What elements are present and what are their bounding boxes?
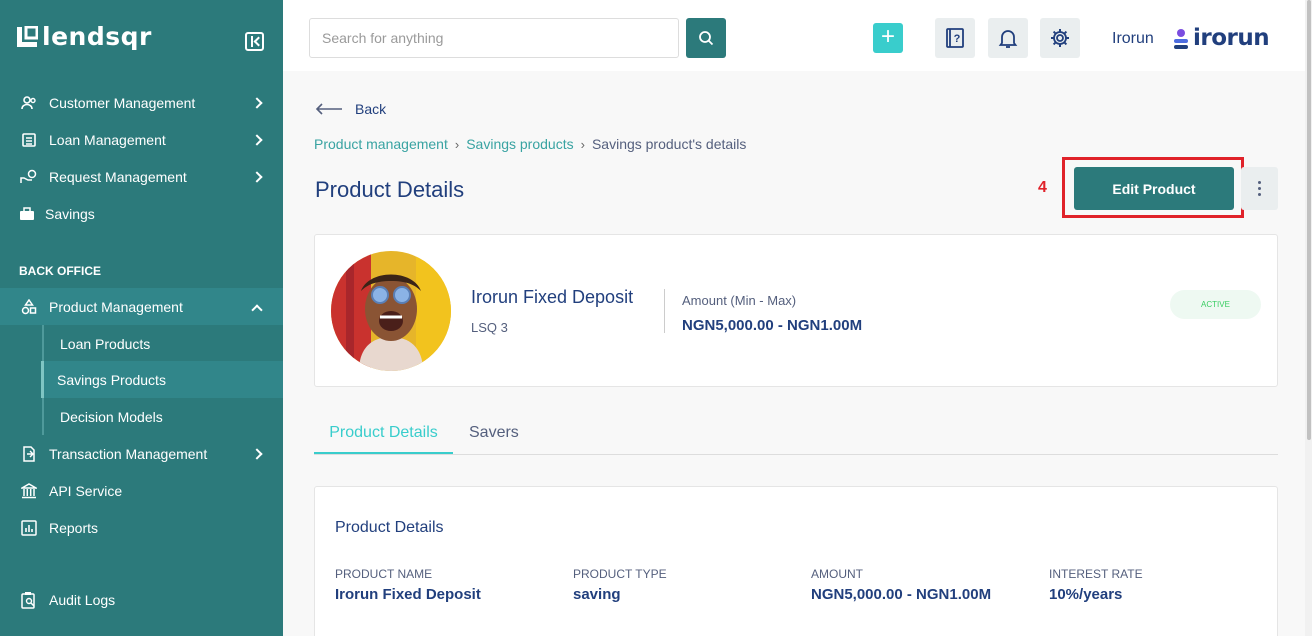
- collapse-sidebar-icon[interactable]: [245, 32, 264, 51]
- document-transfer-icon: [20, 445, 38, 463]
- more-options-icon[interactable]: [1241, 167, 1278, 210]
- sidebar-item-loan-management[interactable]: Loan Management: [0, 121, 283, 158]
- sidebar-item-label: Loan Management: [49, 131, 166, 148]
- chevron-right-icon: [251, 170, 263, 183]
- sidebar-item-audit-logs[interactable]: Audit Logs: [0, 581, 283, 618]
- bell-icon: [998, 30, 1018, 48]
- gear-icon: [1051, 29, 1069, 47]
- sidebar-subitem-label: Loan Products: [60, 335, 151, 352]
- sidebar-item-label: Product Management: [49, 298, 183, 315]
- back-label: Back: [355, 101, 387, 117]
- irorun-logo-icon: [1174, 28, 1188, 49]
- arrow-left-icon: [315, 103, 342, 115]
- breadcrumb-current: Savings product's details: [591, 136, 747, 152]
- shapes-icon: [20, 298, 38, 316]
- product-avatar: [331, 251, 451, 371]
- org-brand-logo[interactable]: irorun: [1173, 25, 1270, 51]
- lendsqr-logo-icon: [17, 25, 38, 47]
- sidebar-item-transaction-management[interactable]: Transaction Management: [0, 435, 283, 472]
- chevron-right-icon: ›: [454, 136, 460, 152]
- sidebar-subitem-loan-products[interactable]: Loan Products: [44, 325, 283, 362]
- product-code: LSQ 3: [471, 320, 508, 335]
- help-book-icon: ?: [946, 28, 964, 48]
- search-input[interactable]: [309, 18, 679, 58]
- org-brand-text: irorun: [1193, 25, 1270, 51]
- chevron-right-icon: ›: [580, 136, 585, 152]
- sidebar-item-reports[interactable]: Reports: [0, 509, 283, 546]
- sidebar-subitem-savings-products[interactable]: Savings Products: [41, 361, 283, 398]
- breadcrumb: Product management › Savings products › …: [314, 136, 746, 152]
- bar-chart-icon: [20, 519, 38, 537]
- search-button[interactable]: [686, 18, 726, 58]
- search-icon: [699, 31, 714, 46]
- sidebar-item-product-management[interactable]: Product Management: [0, 288, 283, 325]
- clipboard-search-icon: [20, 591, 38, 609]
- tab-product-details[interactable]: Product Details: [314, 424, 453, 442]
- user-name[interactable]: Irorun: [1112, 30, 1154, 48]
- help-button[interactable]: ?: [935, 18, 975, 58]
- details-card-title: Product Details: [335, 519, 444, 536]
- sidebar-item-api-service[interactable]: API Service: [0, 472, 283, 509]
- product-summary-card: [314, 234, 1278, 387]
- edit-product-button[interactable]: Edit Product: [1074, 167, 1234, 210]
- field-value-product-type: saving: [573, 586, 621, 603]
- hand-money-icon: [20, 168, 38, 186]
- plus-icon: +: [880, 23, 895, 50]
- bank-building-icon: [20, 482, 38, 500]
- bank-icon: [20, 131, 38, 149]
- field-label-product-name: PRODUCT NAME: [335, 567, 433, 581]
- sidebar-item-label: Transaction Management: [49, 445, 208, 462]
- sidebar-subitem-label: Decision Models: [60, 408, 163, 425]
- chevron-right-icon: [251, 448, 263, 460]
- svg-text:?: ?: [954, 33, 961, 45]
- sidebar-item-savings[interactable]: Savings: [0, 195, 283, 232]
- sidebar-subitem-label: Savings Products: [57, 371, 166, 388]
- field-value-amount: NGN5,000.00 - NGN1.00M: [811, 586, 992, 603]
- sidebar-item-request-management[interactable]: Request Management: [0, 158, 283, 195]
- add-button[interactable]: +: [873, 23, 903, 53]
- field-label-product-type: PRODUCT TYPE: [573, 567, 667, 581]
- breadcrumb-product-management[interactable]: Product management: [314, 136, 448, 152]
- breadcrumb-savings-products[interactable]: Savings products: [466, 136, 573, 152]
- status-badge: ACTIVE: [1170, 290, 1261, 319]
- product-name: Irorun Fixed Deposit: [471, 287, 634, 307]
- page-title: Product Details: [315, 177, 465, 202]
- brand-name: lendsqr: [42, 22, 152, 51]
- divider: [664, 289, 665, 333]
- sidebar-item-label: Reports: [49, 519, 99, 536]
- field-label-amount: AMOUNT: [811, 567, 863, 581]
- product-details-card: [314, 486, 1278, 636]
- settings-button[interactable]: [1040, 18, 1080, 58]
- amount-value: NGN5,000.00 - NGN1.00M: [682, 317, 863, 334]
- amount-label: Amount (Min - Max): [682, 293, 797, 308]
- users-icon: [20, 94, 38, 112]
- sidebar-item-label: Customer Management: [49, 94, 196, 111]
- field-value-interest-rate: 10%/years: [1049, 586, 1123, 603]
- back-link[interactable]: Back: [315, 101, 386, 117]
- scrollbar-thumb[interactable]: [1307, 0, 1311, 440]
- sidebar: lendsqr Customer Management Loan Managem…: [0, 0, 283, 636]
- sidebar-subitem-decision-models[interactable]: Decision Models: [44, 398, 283, 435]
- lendsqr-logo[interactable]: lendsqr: [16, 24, 152, 49]
- section-title-back-office: BACK OFFICE: [19, 264, 101, 278]
- tabs-divider: [314, 454, 1278, 455]
- active-tab-indicator: [314, 452, 453, 454]
- sidebar-item-label: API Service: [49, 482, 123, 499]
- sidebar-item-customer-management[interactable]: Customer Management: [0, 84, 283, 121]
- notifications-button[interactable]: [988, 18, 1028, 58]
- chevron-right-icon: [251, 96, 263, 109]
- chevron-right-icon: [251, 133, 263, 146]
- field-label-interest-rate: INTEREST RATE: [1049, 567, 1143, 581]
- field-value-product-name: Irorun Fixed Deposit: [335, 586, 481, 603]
- sidebar-item-label: Audit Logs: [49, 591, 116, 608]
- step-marker: 4: [1038, 179, 1047, 196]
- sidebar-item-label: Savings: [45, 205, 95, 222]
- briefcase-icon: [18, 205, 36, 223]
- sidebar-item-label: Request Management: [49, 168, 187, 185]
- tab-savers[interactable]: Savers: [469, 424, 519, 442]
- chevron-up-icon: [251, 304, 263, 316]
